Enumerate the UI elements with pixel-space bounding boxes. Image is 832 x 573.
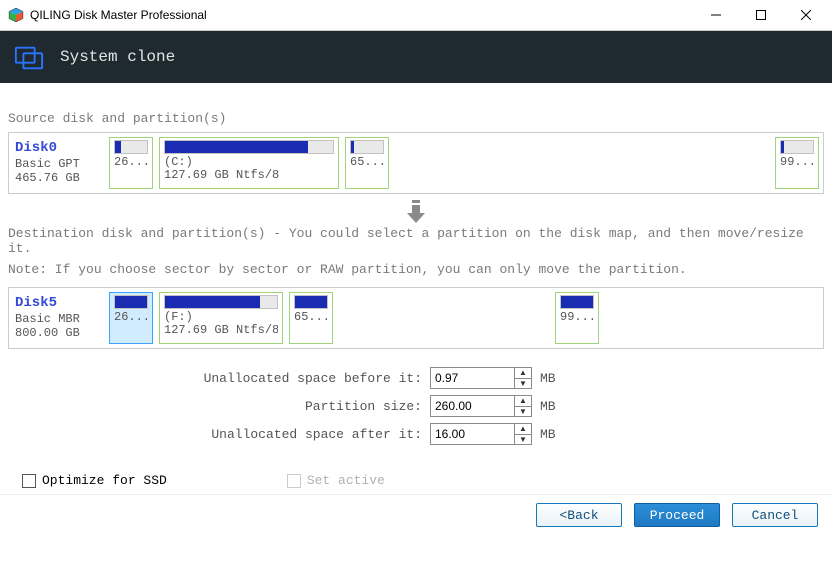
source-partition-3[interactable]: 99... [775, 137, 819, 189]
dest-disk-info: Disk5 Basic MBR 800.00 GB [13, 292, 103, 344]
source-label: Source disk and partition(s) [8, 111, 824, 126]
maximize-button[interactable] [738, 0, 783, 30]
system-clone-icon [14, 42, 44, 72]
size-step-down[interactable]: ▼ [515, 407, 531, 417]
titlebar: QILING Disk Master Professional [0, 0, 832, 31]
after-label: Unallocated space after it: [8, 427, 422, 442]
size-input[interactable] [431, 396, 514, 416]
checkbox-icon [22, 474, 36, 488]
size-unit: MB [540, 399, 556, 414]
dest-partition-3[interactable]: 99... [555, 292, 599, 344]
source-partition-0[interactable]: 26... [109, 137, 153, 189]
spacer [395, 137, 769, 189]
size-spinner[interactable]: ▲ ▼ [430, 395, 532, 417]
dest-partition-1[interactable]: (F:) 127.69 GB Ntfs/8 [159, 292, 283, 344]
proceed-button[interactable]: Proceed [634, 503, 720, 527]
page-header: System clone [0, 31, 832, 83]
dest-partition-0[interactable]: 26... [109, 292, 153, 344]
checkbox-icon [287, 474, 301, 488]
partition-drive: (F:) [164, 311, 278, 324]
source-partition-1[interactable]: (C:) 127.69 GB Ntfs/8 [159, 137, 339, 189]
dest-note: Note: If you choose sector by sector or … [8, 262, 824, 277]
proceed-label: Proceed [650, 508, 705, 523]
dest-disk-size: 800.00 GB [15, 326, 103, 340]
dest-disk-type: Basic MBR [15, 312, 103, 326]
after-step-down[interactable]: ▼ [515, 435, 531, 445]
partition-label: 26... [114, 156, 148, 169]
source-disk-size: 465.76 GB [15, 171, 103, 185]
source-disk-type: Basic GPT [15, 157, 103, 171]
size-step-up[interactable]: ▲ [515, 396, 531, 407]
partition-fs: 127.69 GB Ntfs/8 [164, 169, 334, 182]
before-spinner[interactable]: ▲ ▼ [430, 367, 532, 389]
options-row: Optimize for SSD Set active [8, 473, 824, 488]
footer: <Back Proceed Cancel [0, 494, 832, 535]
source-disk-info: Disk0 Basic GPT 465.76 GB [13, 137, 103, 189]
partition-label: 65... [294, 311, 328, 324]
set-active-checkbox: Set active [287, 473, 385, 488]
after-spinner[interactable]: ▲ ▼ [430, 423, 532, 445]
minimize-button[interactable] [693, 0, 738, 30]
partition-label: 99... [560, 311, 594, 324]
dest-disk-row: Disk5 Basic MBR 800.00 GB 26... (F:) 127… [8, 287, 824, 349]
window-title: QILING Disk Master Professional [30, 8, 693, 22]
source-partition-2[interactable]: 65... [345, 137, 389, 189]
dest-disk-name: Disk5 [15, 295, 103, 312]
spacer [339, 292, 549, 344]
before-step-down[interactable]: ▼ [515, 379, 531, 389]
partition-label: 26... [114, 311, 148, 324]
partition-fs: 127.69 GB Ntfs/8 [164, 324, 278, 337]
partition-drive: (C:) [164, 156, 334, 169]
set-active-label: Set active [307, 473, 385, 488]
after-input[interactable] [431, 424, 514, 444]
after-unit: MB [540, 427, 556, 442]
source-disk-row: Disk0 Basic GPT 465.76 GB 26... (C:) 127… [8, 132, 824, 194]
cancel-label: Cancel [752, 508, 799, 523]
dest-heading: Destination disk and partition(s) - You … [8, 226, 824, 256]
resize-form: Unallocated space before it: ▲ ▼ MB Part… [8, 367, 824, 445]
before-unit: MB [540, 371, 556, 386]
close-button[interactable] [783, 0, 828, 30]
back-button[interactable]: <Back [536, 503, 622, 527]
cancel-button[interactable]: Cancel [732, 503, 818, 527]
source-disk-name: Disk0 [15, 140, 103, 157]
optimize-ssd-checkbox[interactable]: Optimize for SSD [22, 473, 167, 488]
after-step-up[interactable]: ▲ [515, 424, 531, 435]
spacer [605, 292, 819, 344]
back-label: <Back [559, 508, 598, 523]
arrow-down-icon [8, 200, 824, 224]
dest-partition-2[interactable]: 65... [289, 292, 333, 344]
optimize-ssd-label: Optimize for SSD [42, 473, 167, 488]
before-label: Unallocated space before it: [8, 371, 422, 386]
app-icon [8, 7, 24, 23]
before-step-up[interactable]: ▲ [515, 368, 531, 379]
partition-label: 99... [780, 156, 814, 169]
partition-label: 65... [350, 156, 384, 169]
page-title: System clone [60, 48, 175, 66]
before-input[interactable] [431, 368, 514, 388]
size-label: Partition size: [8, 399, 422, 414]
